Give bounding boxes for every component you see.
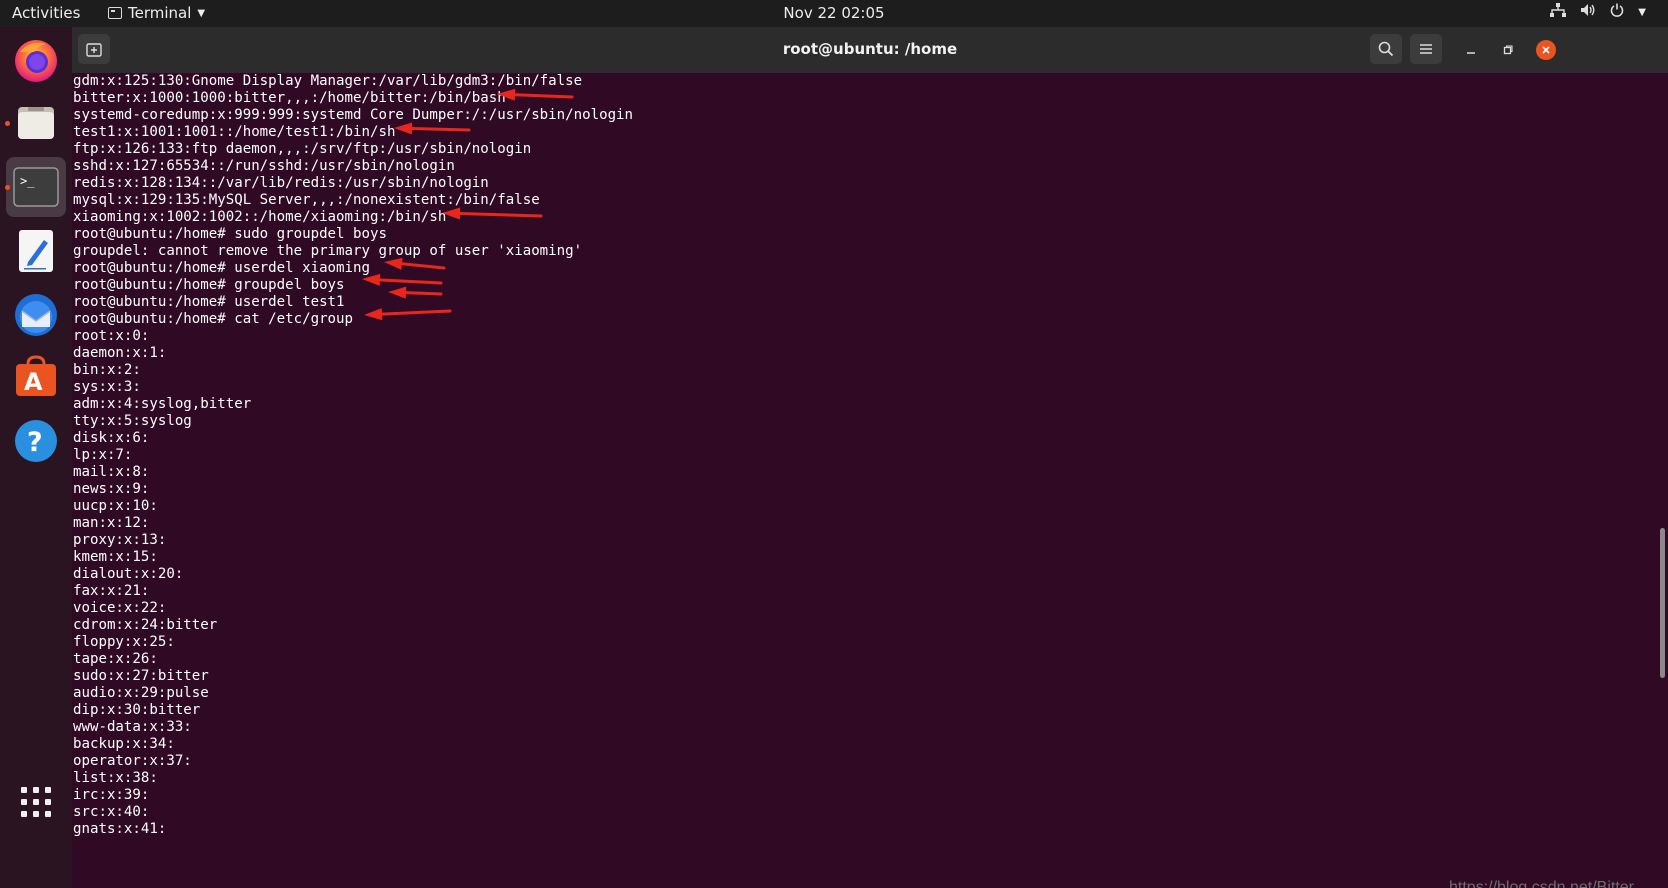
system-tray[interactable]: ▼: [1550, 3, 1646, 21]
maximize-button[interactable]: [1498, 40, 1518, 60]
annotation-arrow-shaft: [400, 262, 446, 270]
annotation-arrow-head: [394, 122, 413, 135]
software-launcher[interactable]: A: [6, 347, 66, 407]
annotation-arrow-head: [442, 207, 461, 220]
annotation-arrow-shaft: [380, 309, 452, 316]
annotation-arrow-shaft: [458, 212, 543, 218]
annotation-arrow-head: [364, 308, 383, 321]
terminal-running-indicator: [5, 185, 10, 190]
volume-icon[interactable]: [1580, 3, 1596, 21]
hamburger-icon: [1420, 44, 1432, 54]
text-editor-launcher[interactable]: [6, 221, 66, 281]
annotation-arrow-shaft: [513, 93, 574, 99]
minimize-button[interactable]: [1461, 40, 1481, 60]
annotation-arrow-shaft: [378, 278, 443, 285]
software-store-icon: A: [16, 355, 56, 396]
svg-text:A: A: [24, 368, 43, 396]
app-grid-icon: [21, 787, 51, 817]
files-running-indicator: [5, 121, 10, 126]
firefox-icon: [15, 40, 57, 82]
annotation-arrow-head: [388, 286, 407, 299]
annotation-arrow-head: [384, 257, 403, 270]
files-launcher[interactable]: [6, 93, 66, 153]
annotation-arrow-shaft: [404, 291, 443, 296]
watermark: https://blog.csdn.net/Bitter___: [1449, 879, 1661, 888]
help-launcher[interactable]: ?: [6, 411, 66, 471]
top-bar: Activities Terminal ▼ Nov 22 02:05 ▼: [0, 0, 1668, 27]
svg-text:>_: >_: [20, 174, 35, 188]
terminal-output[interactable]: gdm:x:125:130:Gnome Display Manager:/var…: [72, 73, 1668, 888]
dock: >_ A ?: [0, 27, 72, 888]
search-button[interactable]: [1370, 34, 1402, 64]
annotation-arrow-head: [362, 273, 381, 286]
close-button[interactable]: [1536, 40, 1556, 60]
power-icon[interactable]: [1610, 3, 1624, 21]
thunderbird-launcher[interactable]: [6, 285, 66, 345]
window-titlebar[interactable]: root@ubuntu: /home: [72, 27, 1668, 73]
clock[interactable]: Nov 22 02:05: [0, 4, 1668, 22]
annotation-arrow-head: [497, 88, 516, 101]
annotation-arrow-shaft: [410, 126, 471, 132]
files-icon: [18, 107, 54, 139]
annotation-arrows: [362, 88, 574, 321]
menu-button[interactable]: [1410, 34, 1442, 64]
terminal-launcher[interactable]: >_: [6, 157, 66, 217]
minimize-icon: [1467, 52, 1475, 54]
tray-dropdown-arrow-icon[interactable]: ▼: [1638, 7, 1646, 18]
help-icon: ?: [15, 420, 57, 462]
thunderbird-icon: [15, 294, 57, 336]
firefox-launcher[interactable]: [6, 30, 66, 90]
show-applications-button[interactable]: [6, 772, 66, 832]
svg-text:?: ?: [27, 427, 43, 458]
restore-icon: [1503, 45, 1513, 55]
network-icon[interactable]: [1550, 3, 1567, 21]
text-editor-icon: [19, 230, 53, 272]
close-icon: [1542, 46, 1550, 54]
terminal-icon: >_: [13, 167, 59, 207]
search-icon: [1378, 41, 1394, 57]
